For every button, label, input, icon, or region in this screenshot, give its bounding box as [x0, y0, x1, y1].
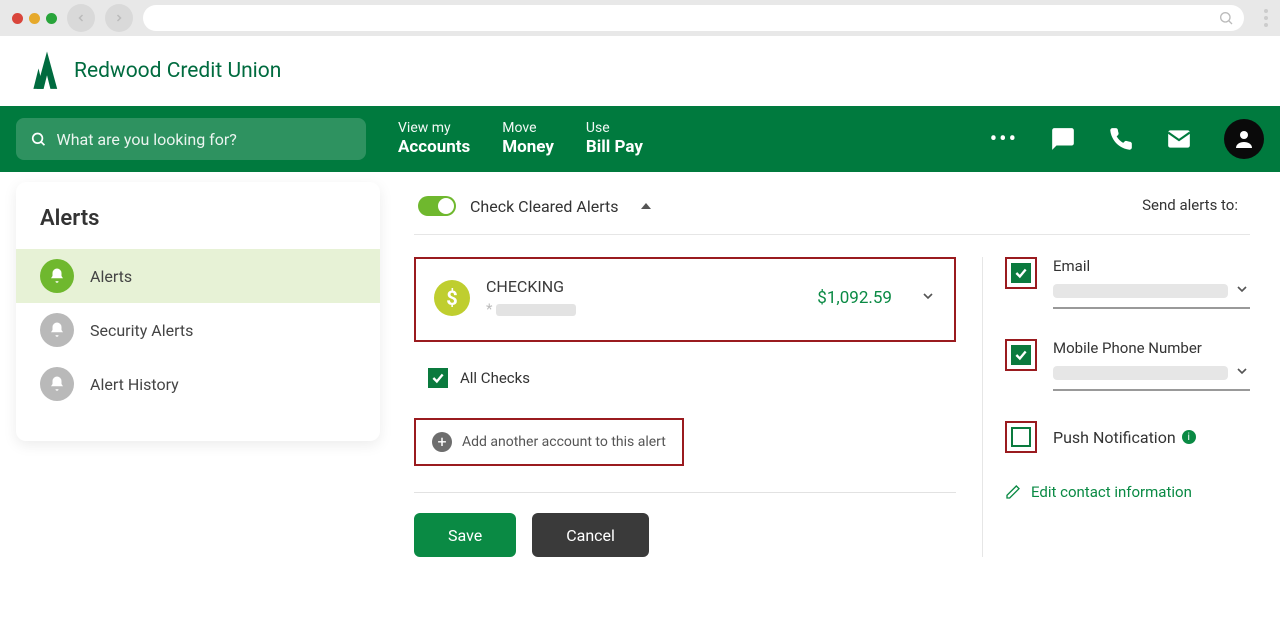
search-icon	[1218, 10, 1234, 26]
cancel-button[interactable]: Cancel	[532, 513, 649, 557]
bell-icon	[40, 313, 74, 347]
highlight-marker	[1005, 421, 1037, 453]
back-button[interactable]	[67, 4, 95, 32]
collapse-icon[interactable]	[641, 203, 651, 209]
brand-name: Redwood Credit Union	[74, 59, 281, 83]
push-label: Push Notification	[1053, 428, 1176, 447]
email-dropdown[interactable]	[1053, 281, 1250, 309]
checkbox-checked-icon[interactable]	[428, 368, 448, 388]
phone-icon[interactable]	[1108, 126, 1134, 152]
window-controls	[12, 13, 57, 24]
all-checks-option[interactable]: All Checks	[428, 368, 956, 388]
mail-icon[interactable]	[1166, 126, 1192, 152]
email-label: Email	[1053, 257, 1250, 275]
account-name: CHECKING	[486, 277, 576, 296]
more-icon[interactable]: •••	[990, 127, 1018, 152]
add-account-button[interactable]: + Add another account to this alert	[414, 418, 684, 466]
nav-label: Bill Pay	[586, 137, 643, 157]
avatar-icon	[1232, 127, 1256, 151]
nav-move-money[interactable]: Move Money	[502, 120, 554, 157]
save-button[interactable]: Save	[414, 513, 516, 557]
sidebar-item-alerts[interactable]: Alerts	[16, 249, 380, 303]
browser-menu-icon[interactable]	[1264, 9, 1268, 27]
account-balance: $1,092.59	[817, 288, 892, 308]
all-checks-label: All Checks	[460, 369, 530, 387]
sidebar: Alerts Alerts Security Alerts Alert Hist…	[0, 182, 380, 577]
sidebar-item-alert-history[interactable]: Alert History	[16, 357, 380, 411]
maximize-window-icon[interactable]	[46, 13, 57, 24]
redacted-value	[1053, 284, 1228, 298]
highlight-marker	[1005, 257, 1037, 289]
dollar-icon: $	[434, 280, 470, 316]
main-content: Check Cleared Alerts Send alerts to: $ C…	[380, 182, 1280, 577]
chevron-down-icon	[920, 288, 936, 308]
nav-label: Move	[502, 120, 554, 137]
bell-icon	[40, 367, 74, 401]
sidebar-item-label: Alert History	[90, 375, 179, 394]
info-icon[interactable]: i	[1182, 430, 1196, 444]
add-account-label: Add another account to this alert	[462, 434, 666, 450]
mobile-label: Mobile Phone Number	[1053, 339, 1250, 357]
sidebar-item-label: Security Alerts	[90, 321, 193, 340]
sidebar-item-label: Alerts	[90, 267, 132, 286]
primary-nav: View my Accounts Move Money Use Bill Pay…	[0, 106, 1280, 172]
send-alerts-label: Send alerts to:	[1142, 196, 1238, 214]
chevron-down-icon	[1234, 363, 1250, 383]
account-selector[interactable]: $ CHECKING * $1,092.59	[414, 257, 956, 342]
mobile-dropdown[interactable]	[1053, 363, 1250, 391]
sidebar-title: Alerts	[16, 182, 380, 249]
chevron-down-icon	[1234, 281, 1250, 301]
close-window-icon[interactable]	[12, 13, 23, 24]
logo[interactable]: Redwood Credit Union	[30, 49, 281, 93]
brand-header: Redwood Credit Union	[0, 36, 1280, 106]
nav-bill-pay[interactable]: Use Bill Pay	[586, 120, 643, 157]
check-cleared-toggle[interactable]	[418, 196, 456, 216]
minimize-window-icon[interactable]	[29, 13, 40, 24]
search-field[interactable]	[16, 118, 366, 160]
plus-icon: +	[432, 432, 452, 452]
nav-label: Money	[502, 137, 554, 157]
email-checkbox[interactable]	[1011, 263, 1031, 283]
edit-contact-link[interactable]: Edit contact information	[1005, 483, 1250, 501]
edit-contact-label: Edit contact information	[1031, 483, 1192, 501]
search-input[interactable]	[57, 130, 352, 149]
search-icon	[30, 130, 47, 148]
forward-button[interactable]	[105, 4, 133, 32]
sidebar-item-security-alerts[interactable]: Security Alerts	[16, 303, 380, 357]
url-bar[interactable]	[143, 5, 1244, 31]
nav-accounts[interactable]: View my Accounts	[398, 120, 470, 157]
alert-channels: Email Mobile Phone Number	[982, 257, 1250, 557]
profile-button[interactable]	[1224, 119, 1264, 159]
account-mask: *	[486, 300, 576, 318]
bell-icon	[40, 259, 74, 293]
divider	[414, 492, 956, 493]
redacted-value	[1053, 366, 1228, 380]
toggle-label: Check Cleared Alerts	[470, 197, 619, 216]
nav-label: Use	[586, 120, 643, 137]
logo-icon	[30, 49, 64, 93]
messages-icon[interactable]	[1050, 126, 1076, 152]
mobile-checkbox[interactable]	[1011, 345, 1031, 365]
push-checkbox[interactable]	[1011, 427, 1031, 447]
pencil-icon	[1005, 484, 1021, 500]
browser-chrome	[0, 0, 1280, 36]
nav-label: View my	[398, 120, 470, 137]
highlight-marker	[1005, 339, 1037, 371]
nav-label: Accounts	[398, 137, 470, 157]
